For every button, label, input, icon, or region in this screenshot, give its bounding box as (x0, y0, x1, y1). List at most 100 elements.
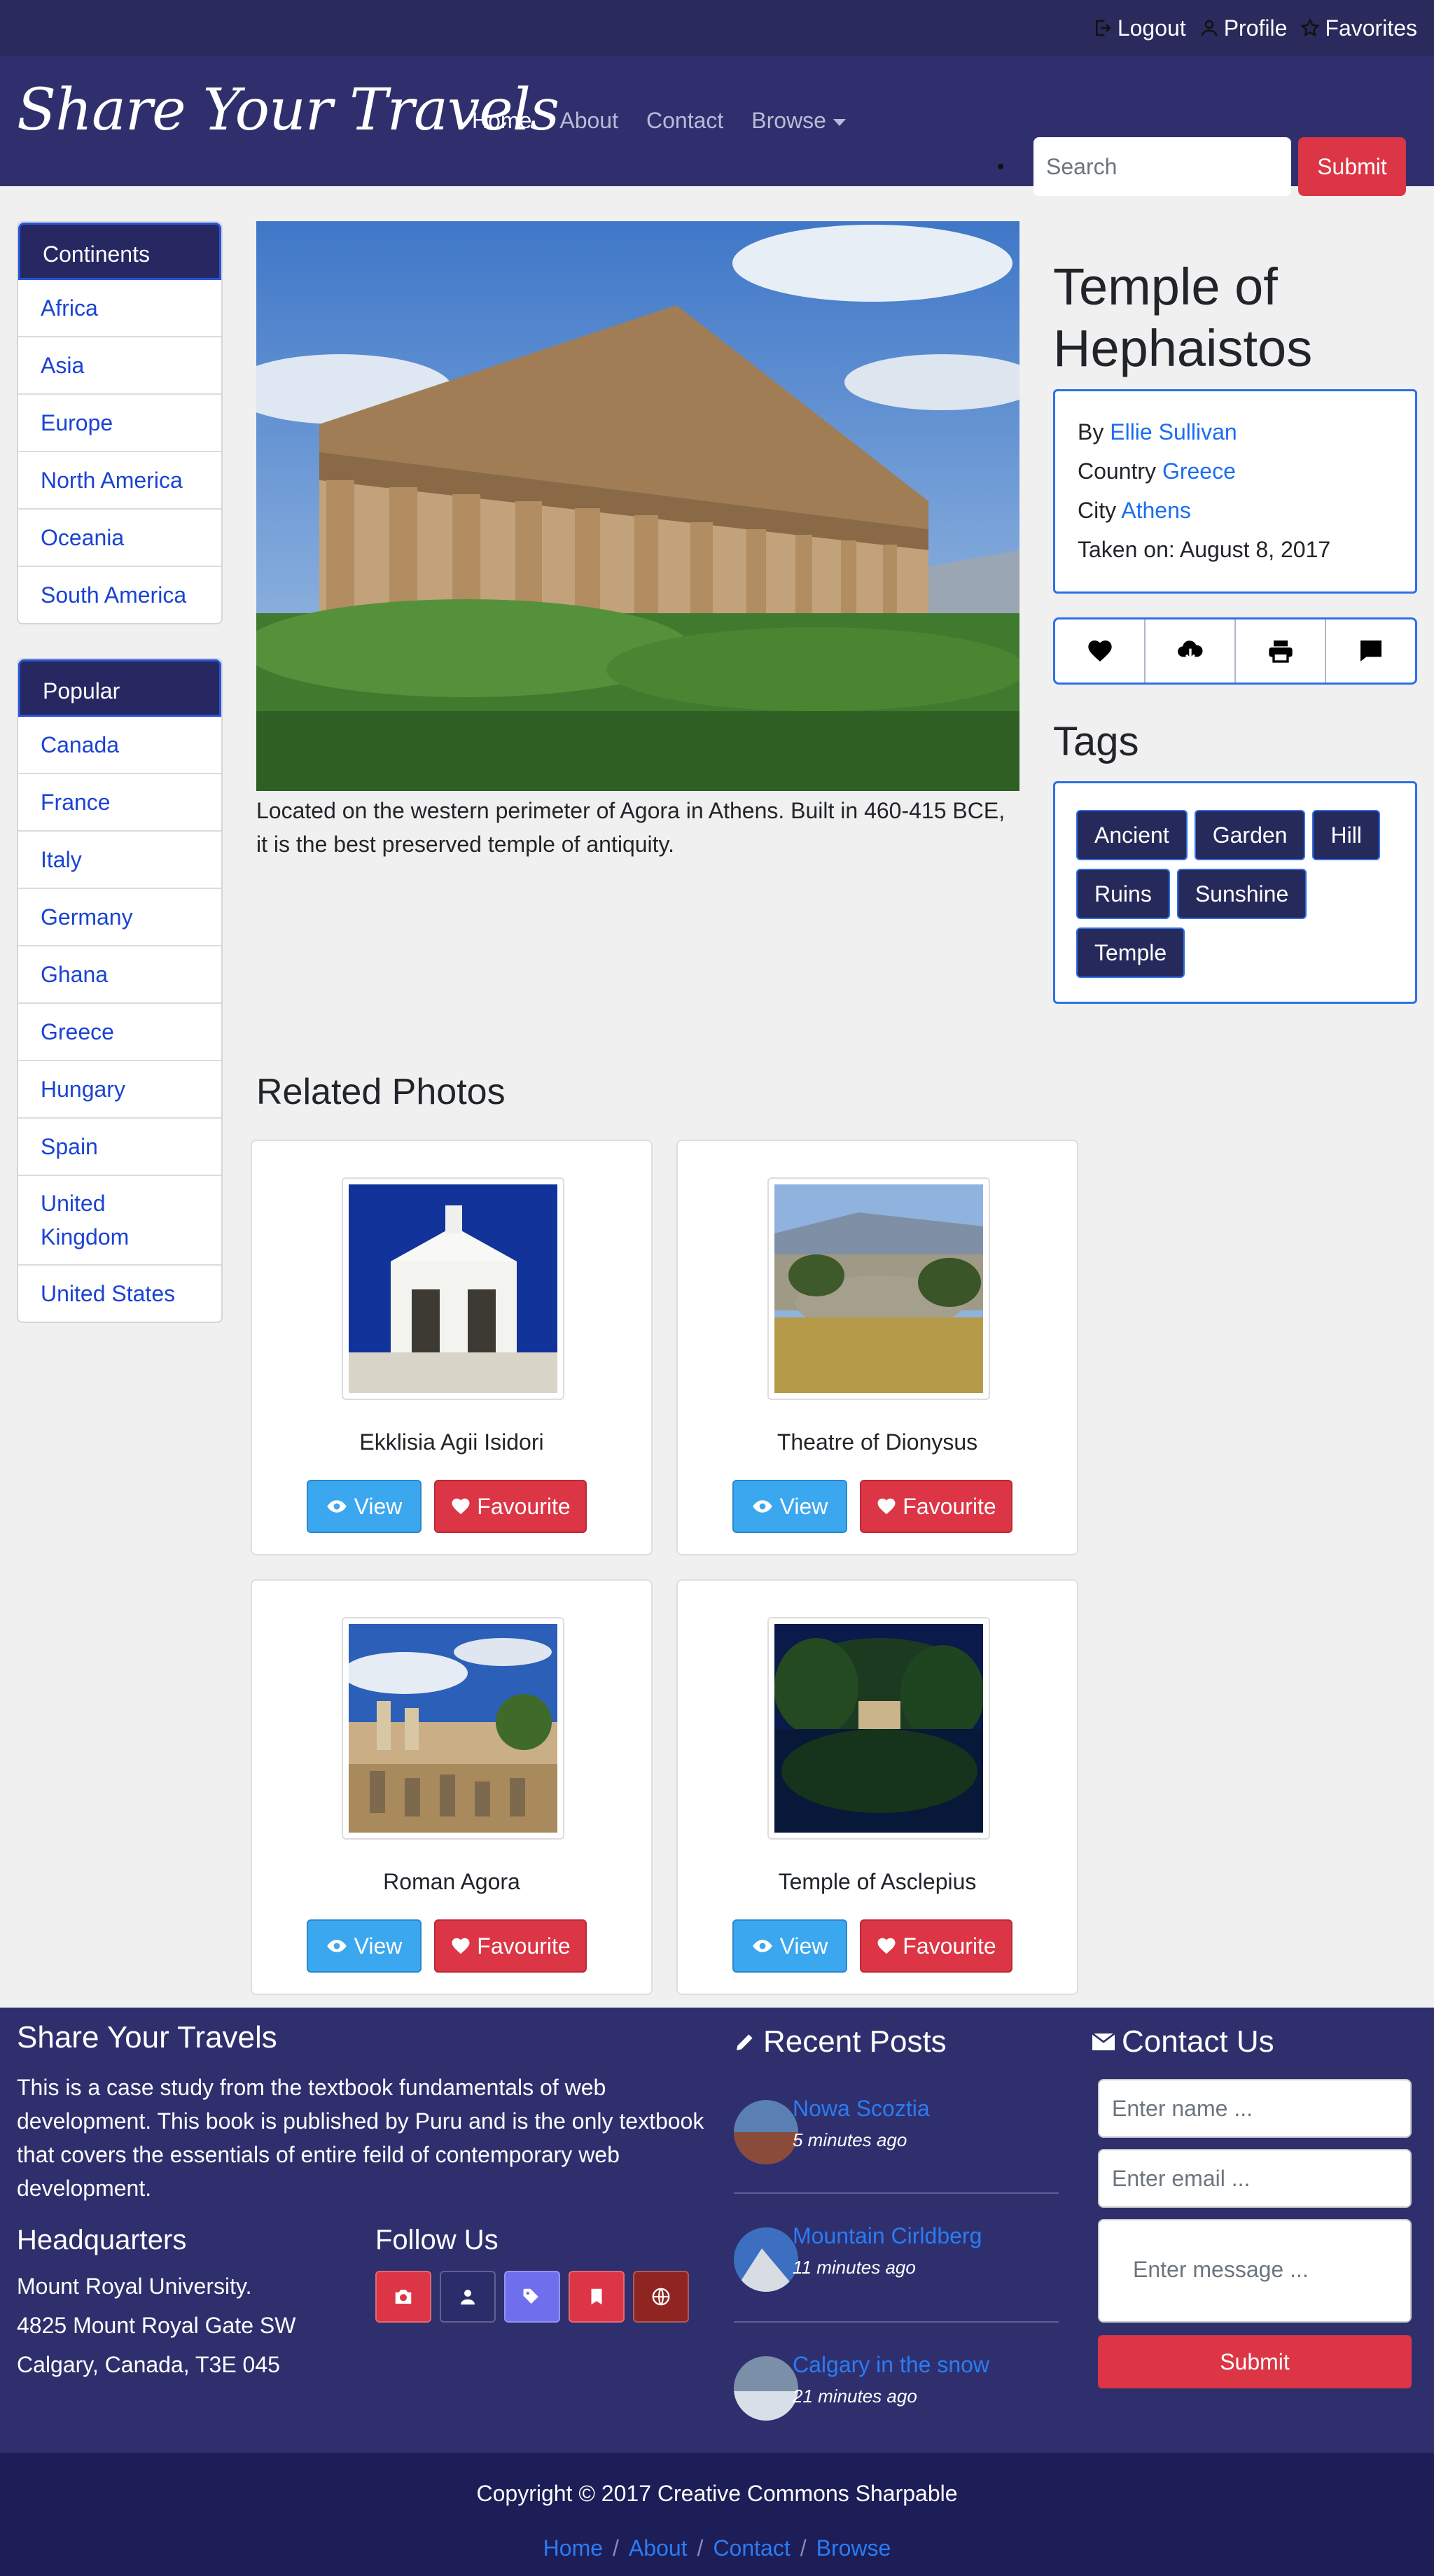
tag-badge[interactable]: Garden (1194, 810, 1306, 860)
continent-item[interactable]: South America (18, 566, 221, 623)
favourite-label: Favourite (903, 1493, 996, 1519)
tag-badge[interactable]: Temple (1076, 927, 1185, 978)
social-globe-button[interactable] (633, 2271, 689, 2323)
related-thumbnail[interactable] (767, 1177, 990, 1400)
country-item[interactable]: Greece (18, 1002, 221, 1060)
view-label: View (779, 1493, 828, 1519)
view-button[interactable]: View (732, 1919, 847, 1973)
continent-item[interactable]: North America (18, 451, 221, 508)
caret-down-icon (833, 118, 846, 126)
view-label: View (354, 1493, 403, 1519)
contact-submit-button[interactable]: Submit (1098, 2335, 1412, 2388)
footer-link-contact[interactable]: Contact (713, 2535, 790, 2561)
footer-links: Home / About / Contact / Browse (0, 2535, 1434, 2561)
footer-link-home[interactable]: Home (543, 2535, 603, 2561)
nav-browse-dropdown[interactable]: Browse (751, 108, 846, 134)
related-photos-heading: Related Photos (256, 1072, 506, 1112)
search-submit-button[interactable]: Submit (1298, 137, 1406, 196)
continent-item[interactable]: Europe (18, 393, 221, 451)
favourite-button[interactable]: Favourite (860, 1480, 1012, 1533)
author-row: By Ellie Sullivan (1078, 412, 1393, 451)
footer-link-about[interactable]: About (629, 2535, 688, 2561)
related-thumbnail[interactable] (342, 1617, 564, 1840)
profile-label: Profile (1223, 15, 1288, 41)
print-button[interactable] (1234, 620, 1325, 682)
eye-icon (752, 1500, 772, 1513)
favourite-button[interactable]: Favourite (434, 1480, 587, 1533)
footer-about-title: Share Your Travels (17, 2020, 277, 2054)
continent-item[interactable]: Africa (18, 280, 221, 336)
continents-heading: Continents (18, 223, 221, 280)
country-item[interactable]: Hungary (18, 1060, 221, 1117)
related-photo-name: Temple of Asclepius (778, 1869, 977, 1894)
printer-icon (1268, 640, 1293, 663)
separator: / (613, 2535, 619, 2561)
heart-icon (452, 1498, 470, 1515)
view-label: View (354, 1933, 403, 1959)
author-link[interactable]: Ellie Sullivan (1110, 419, 1237, 444)
country-item[interactable]: France (18, 773, 221, 830)
continents-list: Continents Africa Asia Europe North Amer… (17, 221, 223, 624)
country-item[interactable]: Ghana (18, 945, 221, 1002)
tag-badge[interactable]: Ancient (1076, 810, 1188, 860)
country-link[interactable]: Greece (1162, 458, 1236, 484)
country-item[interactable]: Canada (18, 717, 221, 773)
recent-post-item[interactable]: Calgary in the snow 21 minutes ago (734, 2341, 1059, 2439)
favourite-button[interactable]: Favourite (434, 1919, 587, 1973)
related-thumbnail[interactable] (767, 1617, 990, 1840)
separator: / (697, 2535, 704, 2561)
related-photo-card: Roman Agora View Favourite (251, 1579, 653, 1995)
separator: / (800, 2535, 807, 2561)
contact-message-field[interactable] (1098, 2219, 1412, 2323)
chat-icon (1360, 640, 1381, 662)
tag-badge[interactable]: Ruins (1076, 869, 1170, 919)
globe-icon (652, 2288, 670, 2306)
city-link[interactable]: Athens (1121, 498, 1191, 523)
favourite-button[interactable]: Favourite (860, 1919, 1012, 1973)
nav-home[interactable]: Home (472, 108, 531, 134)
post-time: 5 minutes ago (793, 2129, 907, 2150)
related-thumbnail[interactable] (342, 1177, 564, 1400)
country-item[interactable]: United Kingdom (18, 1175, 221, 1264)
contact-email-field[interactable] (1098, 2149, 1412, 2208)
search-input[interactable] (1033, 137, 1291, 196)
camera-icon (395, 2290, 412, 2304)
person-icon (1201, 20, 1217, 36)
download-button[interactable] (1144, 620, 1234, 682)
social-tags-button[interactable] (504, 2271, 560, 2323)
view-button[interactable]: View (307, 1480, 422, 1533)
country-item[interactable]: Spain (18, 1117, 221, 1175)
continent-item[interactable]: Oceania (18, 508, 221, 566)
post-title-link[interactable]: Calgary in the snow (793, 2352, 989, 2378)
view-button[interactable]: View (307, 1919, 422, 1973)
nav-about[interactable]: About (559, 108, 618, 134)
contact-name-field[interactable] (1098, 2079, 1412, 2138)
country-item[interactable]: Italy (18, 830, 221, 888)
footer-link-browse[interactable]: Browse (816, 2535, 891, 2561)
view-button[interactable]: View (732, 1480, 847, 1533)
post-title-link[interactable]: Mountain Cirldberg (793, 2223, 982, 2249)
site-footer: Share Your Travels This is a case study … (0, 2008, 1434, 2453)
recent-post-item[interactable]: Mountain Cirldberg 11 minutes ago (734, 2212, 1059, 2323)
footer-about-text: This is a case study from the textbook f… (17, 2075, 704, 2201)
tag-badge[interactable]: Sunshine (1176, 869, 1307, 919)
popular-list: Popular Canada France Italy Germany Ghan… (17, 658, 223, 1323)
person-icon (461, 2290, 475, 2305)
related-photo-name: Roman Agora (383, 1869, 520, 1894)
nav-contact[interactable]: Contact (646, 108, 723, 134)
country-item[interactable]: Germany (18, 888, 221, 945)
continent-item[interactable]: Asia (18, 336, 221, 393)
social-bookmark-button[interactable] (569, 2271, 625, 2323)
tag-badge[interactable]: Hill (1312, 810, 1380, 860)
heart-icon (877, 1498, 896, 1515)
favorites-link[interactable]: Favorites (1300, 15, 1417, 41)
country-item[interactable]: United States (18, 1264, 221, 1322)
profile-link[interactable]: Profile (1199, 15, 1288, 41)
social-camera-button[interactable] (375, 2271, 431, 2323)
like-button[interactable] (1055, 620, 1144, 682)
recent-post-item[interactable]: Nowa Scoztia 5 minutes ago (734, 2085, 1059, 2194)
logout-link[interactable]: Logout (1092, 15, 1186, 41)
social-person-button[interactable] (440, 2271, 496, 2323)
post-title-link[interactable]: Nowa Scoztia (793, 2096, 930, 2122)
comment-button[interactable] (1325, 620, 1415, 682)
